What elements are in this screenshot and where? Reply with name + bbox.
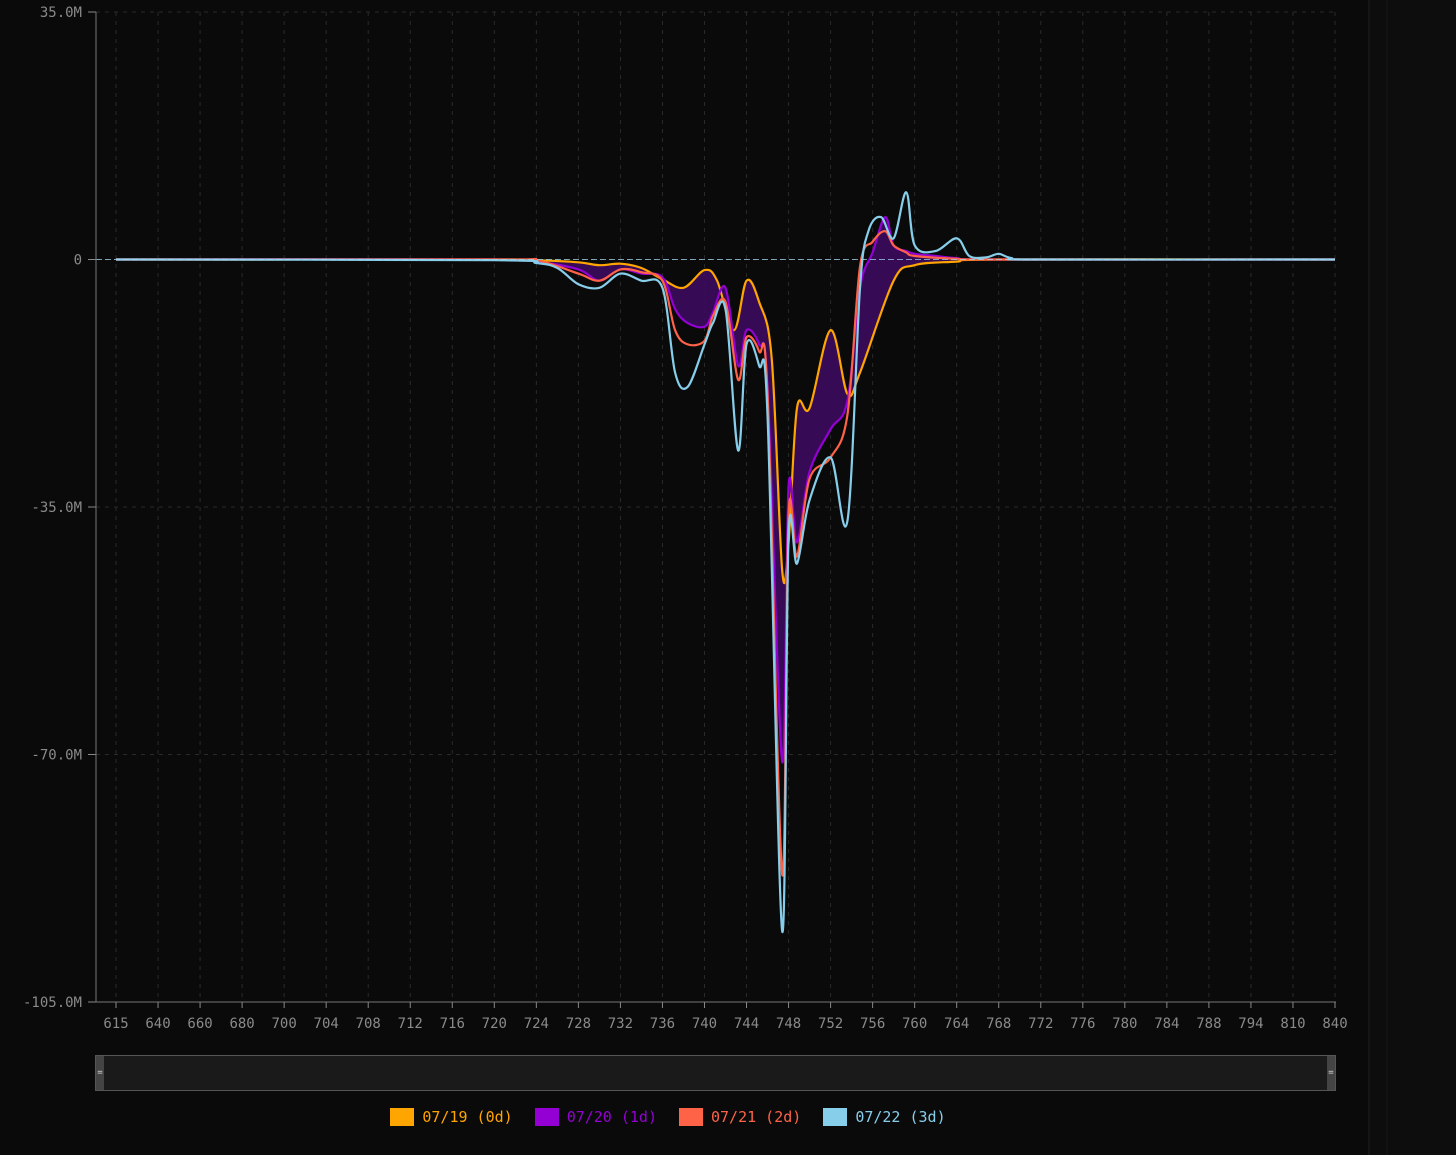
x-tick-label: 756: [860, 1016, 885, 1032]
range-handle-right[interactable]: =: [1327, 1056, 1335, 1090]
x-tick-label: 788: [1196, 1016, 1221, 1032]
x-tick-label: 810: [1280, 1016, 1305, 1032]
y-tick-label: 0: [74, 253, 82, 269]
x-tick-label: 732: [608, 1016, 633, 1032]
legend-label: 07/20 (1d): [566, 1108, 657, 1126]
series-line-2[interactable]: [115, 230, 1336, 877]
x-tick-label: 752: [818, 1016, 843, 1032]
y-tick-label: -35.0M: [31, 500, 82, 516]
x-tick-label: 724: [524, 1016, 549, 1032]
legend-label: 07/22 (3d): [855, 1108, 946, 1126]
x-tick-label: 640: [145, 1016, 170, 1032]
x-tick-label: 784: [1154, 1016, 1179, 1032]
x-tick-label: 712: [398, 1016, 423, 1032]
legend-item-2[interactable]: 07/21 (2d): [679, 1108, 801, 1126]
x-tick-label: 776: [1070, 1016, 1095, 1032]
x-tick-label: 615: [103, 1016, 128, 1032]
legend: 07/19 (0d) 07/20 (1d) 07/21 (2d) 07/22 (3d): [0, 1108, 1336, 1126]
x-tick-label: 764: [944, 1016, 969, 1032]
legend-swatch: [823, 1108, 848, 1126]
side-panel: [1370, 0, 1456, 1155]
x-tick-label: 744: [734, 1016, 759, 1032]
x-tick-label: 708: [356, 1016, 381, 1032]
y-tick-label: -105.0M: [23, 995, 82, 1011]
grid: [96, 11, 1336, 1003]
x-tick-label: 794: [1238, 1016, 1263, 1032]
x-tick-label: 720: [482, 1016, 507, 1032]
range-scrollbar[interactable]: = =: [95, 1055, 1336, 1091]
range-handle-left[interactable]: =: [96, 1056, 104, 1090]
x-tick-label: 728: [566, 1016, 591, 1032]
legend-swatch: [534, 1108, 559, 1126]
legend-swatch: [390, 1108, 415, 1126]
x-tick-label: 748: [776, 1016, 801, 1032]
x-tick-label: 700: [271, 1016, 296, 1032]
legend-label: 07/21 (2d): [711, 1108, 802, 1126]
y-tick-label: 35.0M: [40, 5, 82, 21]
x-tick-label: 780: [1112, 1016, 1137, 1032]
x-tick-label: 772: [1028, 1016, 1053, 1032]
chart-canvas: 35.0M 0 -35.0M -70.0M -105.0M 615 640 660 680 700…: [23, 5, 1348, 1032]
legend-swatch: [679, 1108, 703, 1126]
x-tick-label: 660: [187, 1016, 212, 1032]
x-tick-label: 716: [440, 1016, 465, 1032]
x-tick-label: 704: [314, 1016, 339, 1032]
series-lines: [96, 191, 1336, 933]
legend-item-3[interactable]: 07/22 (3d): [823, 1108, 946, 1126]
area-fill: [116, 217, 1335, 763]
x-tick-label: 740: [692, 1016, 717, 1032]
x-tick-label: 768: [986, 1016, 1011, 1032]
axes: 35.0M 0 -35.0M -70.0M -105.0M 615 640 660 680 700…: [23, 5, 1348, 1032]
y-tick-label: -70.0M: [31, 748, 82, 764]
area-between-0d-1d: [116, 217, 1335, 763]
legend-item-0[interactable]: 07/19 (0d): [390, 1108, 513, 1126]
legend-item-1[interactable]: 07/20 (1d): [534, 1108, 657, 1126]
x-tick-label: 760: [902, 1016, 927, 1032]
x-tick-label: 736: [650, 1016, 675, 1032]
panel-divider-inner: [1386, 0, 1388, 1155]
x-tick-label: 680: [229, 1016, 254, 1032]
x-tick-label: 840: [1322, 1016, 1347, 1032]
legend-label: 07/19 (0d): [422, 1108, 513, 1126]
